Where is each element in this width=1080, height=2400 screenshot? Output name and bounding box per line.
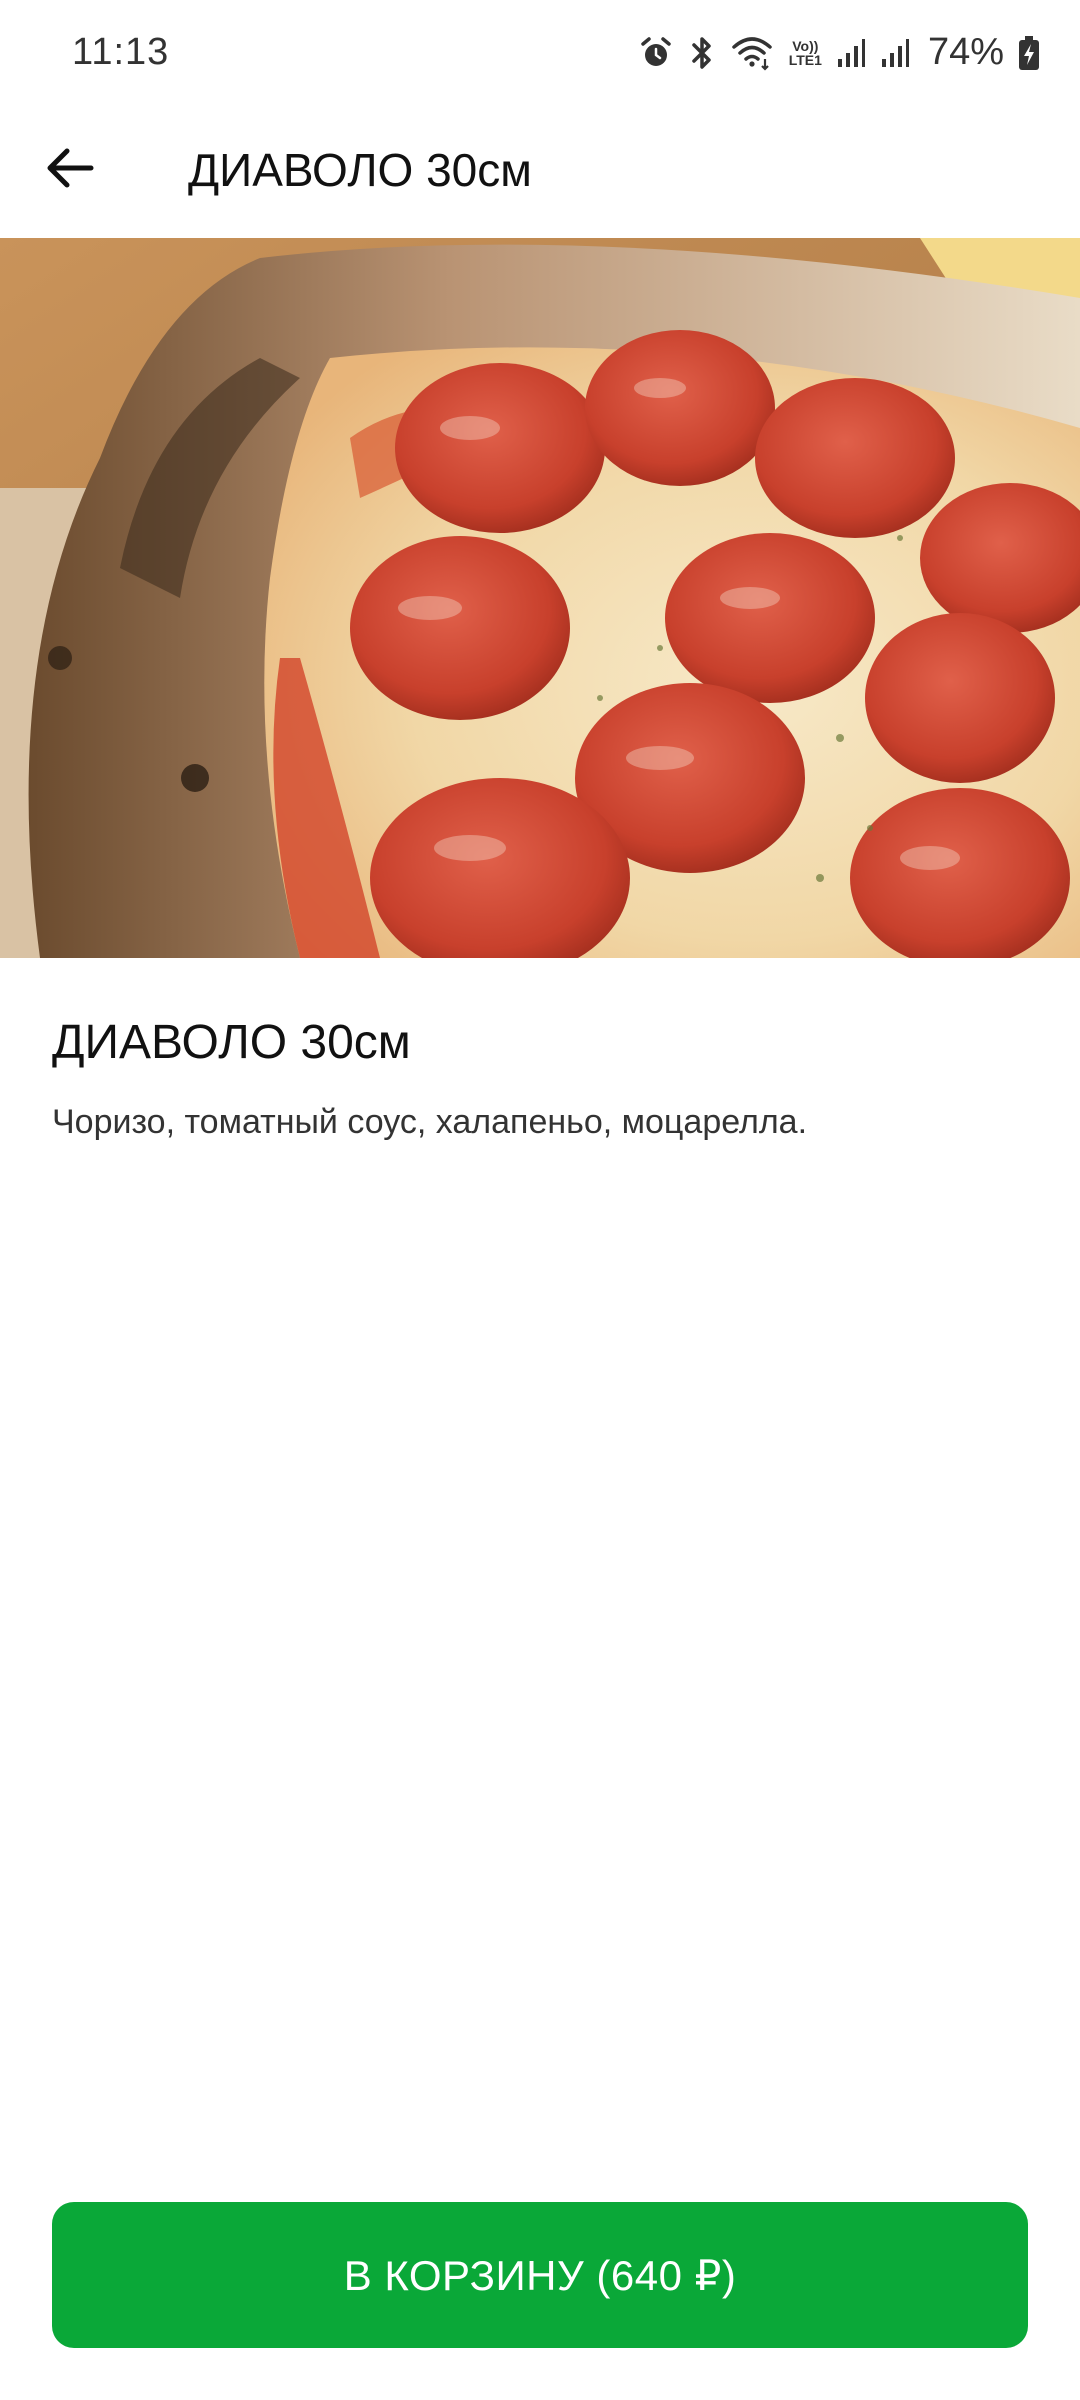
- status-icons: Vo)) LTE1 74%: [639, 31, 1040, 74]
- battery-percent: 74%: [927, 31, 1004, 73]
- signal-icon: [836, 37, 866, 69]
- lte-label: LTE1: [788, 51, 822, 68]
- product-image: [0, 238, 1080, 958]
- product-description: Чоризо, томатный соус, халапеньо, моцаре…: [52, 1103, 808, 1141]
- app-bar: ДИАВОЛО 30см: [0, 105, 1080, 235]
- back-button[interactable]: [0, 105, 140, 235]
- bluetooth-icon: [687, 35, 717, 71]
- status-time: 11:13: [72, 31, 170, 73]
- arrow-left-icon: [45, 146, 95, 195]
- volte-lte-icon: Vo)) LTE1: [789, 39, 822, 67]
- alarm-icon: [639, 36, 673, 70]
- volte-label: Vo)): [792, 37, 819, 54]
- page-title: ДИАВОЛО 30см: [188, 144, 532, 196]
- status-bar: 11:13 Vo)) LTE1 74%: [0, 0, 1080, 105]
- signal-icon: [880, 37, 910, 69]
- battery-charging-icon: [1018, 35, 1040, 71]
- product-screen: 11:13 Vo)) LTE1 74% ДИАВОЛО 30см ДИАВОЛО…: [0, 0, 1080, 2400]
- add-to-cart-button[interactable]: В КОРЗИНУ (640 ₽): [52, 2202, 1028, 2348]
- wifi-icon: [731, 35, 775, 71]
- product-name: ДИАВОЛО 30см: [52, 1016, 411, 1069]
